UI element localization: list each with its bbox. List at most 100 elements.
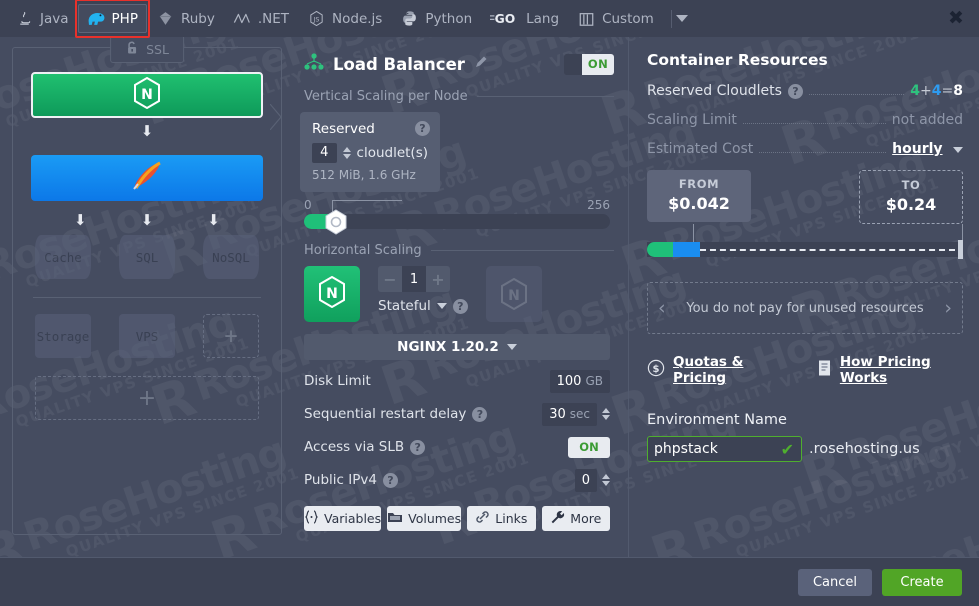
tab-custom[interactable]: Custom [568, 4, 663, 33]
volumes-button[interactable]: Volumes [387, 506, 462, 531]
tab-label: Lang [526, 10, 560, 27]
carousel-prev-icon[interactable]: ‹ [658, 297, 666, 319]
access-via-slb-toggle[interactable]: ON [568, 436, 610, 458]
price-fill-scaling [673, 242, 700, 257]
chevron-down-icon[interactable] [436, 303, 447, 309]
cloudlet-stepper[interactable] [342, 147, 351, 159]
param-access-via-slb: Access via SLB ? ON [304, 435, 610, 459]
node-count-group: − 1 + Stateful ? [378, 266, 468, 314]
create-button[interactable]: Create [882, 568, 962, 596]
topology-add-service[interactable]: + [203, 314, 259, 358]
stepper-down-icon[interactable] [602, 415, 610, 420]
stepper-down-icon[interactable] [342, 154, 351, 159]
stepper-up-icon[interactable] [602, 408, 610, 413]
ssl-badge[interactable]: SSL [110, 35, 184, 63]
reserved-label: Reserved [312, 121, 375, 137]
more-wrench-icon [550, 510, 565, 527]
dialog-footer: Cancel Create [0, 557, 979, 606]
topology-divider [33, 297, 261, 298]
restart-delay-stepper[interactable] [602, 408, 610, 420]
help-icon[interactable]: ? [382, 472, 398, 488]
variables-button[interactable]: Variables [304, 506, 382, 531]
topology-node-nosql[interactable]: NoSQL [203, 235, 259, 279]
node-count-value[interactable]: 1 [402, 266, 426, 292]
disk-limit-input[interactable]: 100 GB [549, 369, 610, 393]
topology-node-apache[interactable] [31, 155, 263, 201]
nodejs-icon: JS [307, 9, 326, 28]
more-button[interactable]: More [541, 506, 611, 531]
param-restart-delay: Sequential restart delay ? 30 sec [304, 402, 610, 426]
tab-python[interactable]: Python [391, 4, 481, 33]
chevron-down-icon[interactable] [506, 344, 517, 350]
decrease-nodes-button[interactable]: − [378, 266, 402, 292]
tab-nodejs[interactable]: JS Node.js [298, 4, 391, 33]
slider-track[interactable] [304, 200, 610, 235]
disk-limit-value: 100 [556, 373, 582, 389]
vertical-scaling-slider[interactable]: 0 256 [304, 198, 610, 235]
tab-label: Ruby [180, 10, 215, 27]
stepper-down-icon[interactable] [602, 481, 610, 486]
links-chain-icon [475, 510, 490, 527]
links-button[interactable]: Links [467, 506, 536, 531]
public-ipv4-input[interactable]: 0 [574, 468, 597, 492]
quotas-and-pricing-link[interactable]: $ Quotas & Pricing [647, 354, 783, 386]
horizontal-node-primary[interactable]: N [304, 266, 360, 322]
dot-leader [742, 123, 886, 124]
help-icon[interactable]: ? [787, 83, 803, 99]
tab-dotnet[interactable]: .NET [224, 4, 298, 33]
pencil-icon[interactable] [474, 55, 488, 73]
node-count-stepper[interactable]: − 1 + [378, 266, 450, 292]
increase-nodes-button[interactable]: + [426, 266, 450, 292]
how-pricing-works-link[interactable]: How Pricing Works [817, 354, 963, 386]
stepper-up-icon[interactable] [342, 147, 351, 152]
help-icon[interactable]: ? [410, 439, 426, 455]
toggle-state-label: ON [582, 53, 614, 75]
load-balancer-header: Load Balancer ON [304, 53, 614, 75]
topology-node-vps[interactable]: VPS [119, 314, 175, 358]
topology-node-storage[interactable]: Storage [35, 314, 91, 358]
slider-handle[interactable] [323, 209, 349, 235]
environment-name-input[interactable]: phpstack ✔ [647, 436, 802, 462]
tab-label: Java [40, 10, 69, 27]
topology-container: SSL N ⬇ ⬇ ⬇ ⬇ Cache SQL NoSQL Storage VP… [12, 35, 282, 535]
topology-add-layer[interactable]: + [35, 376, 259, 420]
tab-java[interactable]: Java [6, 4, 78, 33]
tab-php[interactable]: PHP [74, 0, 151, 38]
param-disk-limit: Disk Limit 100 GB [304, 369, 610, 393]
row-label: Scaling Limit [647, 112, 737, 128]
help-icon[interactable]: ? [452, 298, 468, 314]
price-track-end-cap [958, 240, 963, 259]
price-to-caption: TO [901, 178, 921, 192]
carousel-next-icon[interactable]: › [944, 297, 952, 319]
close-icon[interactable]: ✖ [946, 8, 966, 28]
tab-go-lang[interactable]: GO Lang [481, 4, 568, 33]
restart-delay-input[interactable]: 30 sec [542, 402, 597, 426]
price-to-card[interactable]: TO $0.24 [859, 170, 963, 224]
topology-arrow: ⬇ [140, 122, 154, 140]
chevron-down-icon[interactable] [675, 15, 688, 22]
topology-database-row: Cache SQL NoSQL [31, 235, 263, 279]
param-label: Access via SLB ? [304, 439, 426, 455]
python-icon [400, 9, 419, 28]
stepper-up-icon[interactable] [602, 474, 610, 479]
tab-label: Node.js [332, 10, 383, 27]
topology-node-sql[interactable]: SQL [119, 235, 175, 279]
stateful-dropdown[interactable]: Stateful ? [378, 298, 468, 314]
param-label-text: Sequential restart delay [304, 406, 467, 422]
cancel-button[interactable]: Cancel [798, 568, 872, 596]
price-from-card[interactable]: FROM $0.042 [647, 170, 751, 222]
topology-node-cache[interactable]: Cache [35, 235, 91, 279]
cloudlet-detail: 512 MiB, 1.6 GHz [312, 168, 416, 182]
unlock-icon [125, 40, 139, 58]
topology-node-nginx[interactable]: N [31, 72, 263, 118]
engine-version-dropdown[interactable]: NGINX 1.20.2 [304, 334, 610, 360]
tab-ruby[interactable]: Ruby [147, 4, 224, 33]
help-icon[interactable]: ? [472, 406, 488, 422]
row-estimated-cost: Estimated Cost hourly [647, 141, 963, 157]
load-balancer-toggle[interactable]: ON [564, 53, 614, 75]
help-icon[interactable]: ? [415, 121, 430, 136]
billing-period-dropdown[interactable]: hourly [892, 141, 942, 157]
public-ipv4-stepper[interactable] [602, 474, 610, 486]
cloudlet-input[interactable]: 4 [312, 143, 337, 163]
chevron-down-icon[interactable] [953, 147, 963, 153]
